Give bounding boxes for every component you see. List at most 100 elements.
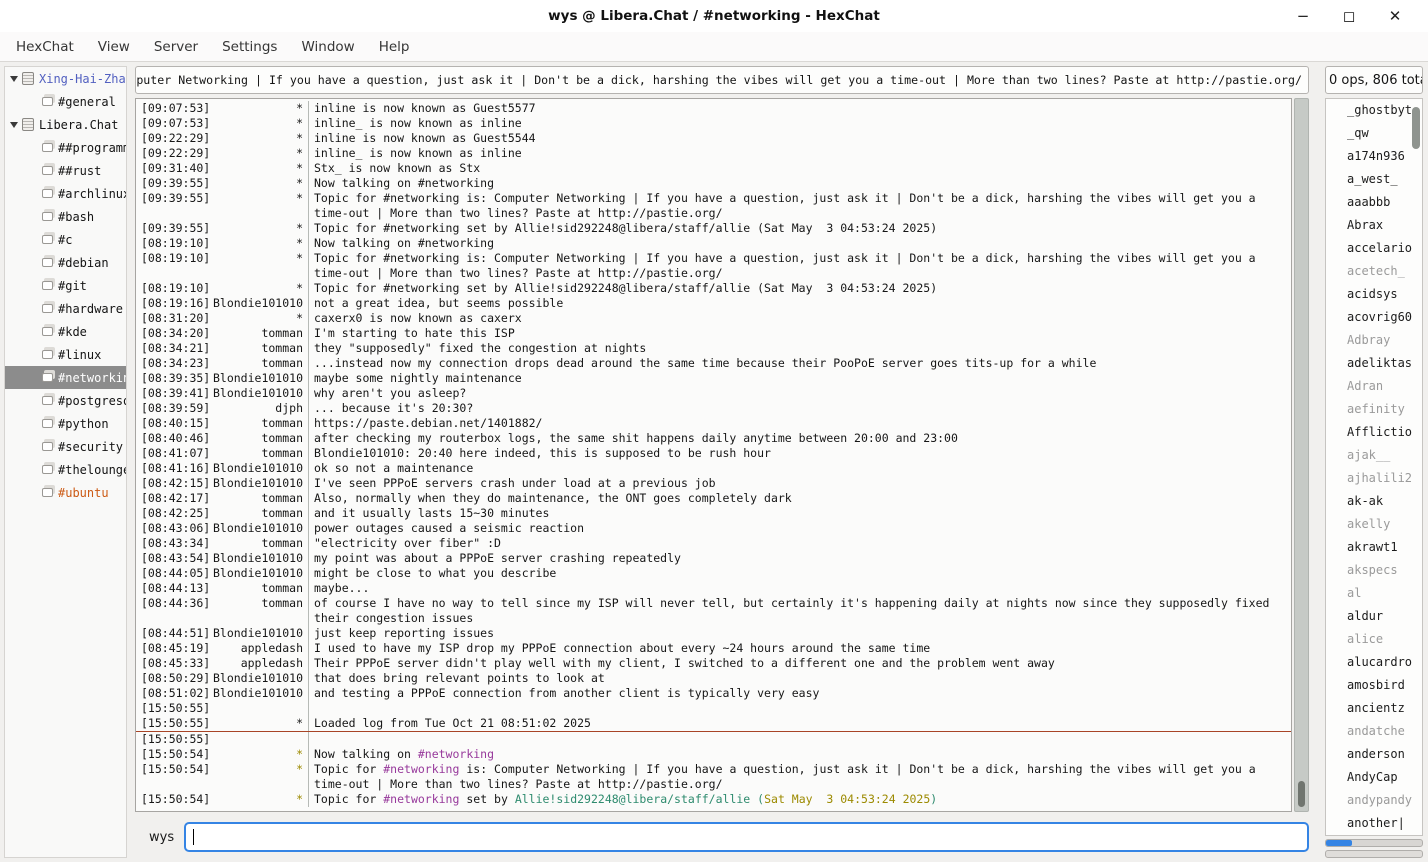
nick bbox=[210, 701, 303, 716]
list-item[interactable]: another| bbox=[1326, 812, 1422, 835]
tree-item--archlinux[interactable]: #archlinux bbox=[5, 182, 126, 205]
list-item[interactable]: ajak__ bbox=[1326, 444, 1422, 467]
timestamp: [08:45:33] bbox=[136, 656, 210, 671]
menu-item-window[interactable]: Window bbox=[289, 34, 366, 60]
tree-item-xing-hai-zhan[interactable]: Xing-Hai-Zhan bbox=[5, 67, 126, 90]
menu-item-server[interactable]: Server bbox=[142, 34, 210, 60]
tree-item--security[interactable]: #security bbox=[5, 435, 126, 458]
close-button[interactable]: ✕ bbox=[1372, 0, 1418, 32]
nick: Blondie101010 bbox=[210, 296, 303, 311]
menu-item-settings[interactable]: Settings bbox=[210, 34, 289, 60]
timestamp: [08:34:23] bbox=[136, 356, 210, 371]
list-item[interactable]: andatche bbox=[1326, 720, 1422, 743]
server-tree[interactable]: Xing-Hai-Zhan#generalLibera.Chat ##progra… bbox=[4, 66, 127, 858]
list-item[interactable]: akrawt1 bbox=[1326, 536, 1422, 559]
tree-item--python[interactable]: #python bbox=[5, 412, 126, 435]
chat-area[interactable]: [09:07:53]*inline is now known as Guest5… bbox=[135, 98, 1292, 812]
tree-item--networking[interactable]: #networking bbox=[5, 366, 126, 389]
tree-item--kde[interactable]: #kde bbox=[5, 320, 126, 343]
list-item[interactable]: ancientz bbox=[1326, 697, 1422, 720]
tree-item--postgresql[interactable]: #postgresql bbox=[5, 389, 126, 412]
chat-row: [08:44:05]Blondie101010might be close to… bbox=[136, 566, 1291, 581]
list-item[interactable]: ajhalili2 bbox=[1326, 467, 1422, 490]
tree-item-label: ##programming bbox=[58, 141, 126, 155]
list-item[interactable]: accelario bbox=[1326, 237, 1422, 260]
message-text: Now talking on #networking bbox=[308, 236, 1291, 251]
message-segment: and it usually lasts 15~30 minutes bbox=[314, 506, 549, 520]
list-item[interactable]: acidsys bbox=[1326, 283, 1422, 306]
list-item[interactable]: anderson bbox=[1326, 743, 1422, 766]
list-item[interactable]: Adran bbox=[1326, 375, 1422, 398]
channel-icon bbox=[42, 419, 53, 428]
list-item[interactable]: alucardro bbox=[1326, 651, 1422, 674]
message-text: Topic for #networking set by Allie!sid29… bbox=[308, 792, 1291, 807]
list-item[interactable]: _qw bbox=[1326, 122, 1422, 145]
chat-row: [08:51:02]Blondie101010and testing a PPP… bbox=[136, 686, 1291, 701]
list-item[interactable]: aaabbb bbox=[1326, 191, 1422, 214]
timestamp: [15:50:55] bbox=[136, 716, 210, 731]
maximize-button[interactable]: ◻ bbox=[1326, 0, 1372, 32]
message-text: why aren't you asleep? bbox=[308, 386, 1291, 401]
list-item[interactable]: alice bbox=[1326, 628, 1422, 651]
user-list[interactable]: _ghostbyt_qwa174n936a_west_aaabbbAbraxac… bbox=[1325, 98, 1423, 836]
menu-item-view[interactable]: View bbox=[86, 34, 142, 60]
server-icon bbox=[22, 118, 34, 131]
timestamp: [08:19:16] bbox=[136, 296, 210, 311]
message-segment: Now talking on #networking bbox=[314, 176, 494, 190]
tree-item--rust[interactable]: ##rust bbox=[5, 159, 126, 182]
tree-item--thelounge[interactable]: #thelounge bbox=[5, 458, 126, 481]
tree-item--ubuntu[interactable]: #ubuntu bbox=[5, 481, 126, 504]
list-item[interactable]: acovrig60 bbox=[1326, 306, 1422, 329]
tree-item--programming[interactable]: ##programming bbox=[5, 136, 126, 159]
topic-text: Computer Networking | If you have a ques… bbox=[135, 73, 1302, 87]
list-item[interactable]: a174n936 bbox=[1326, 145, 1422, 168]
list-item[interactable]: _ghostbyt bbox=[1326, 99, 1422, 122]
pane-splitter[interactable] bbox=[127, 66, 135, 858]
userlist-scrollbar[interactable] bbox=[1412, 107, 1420, 149]
message-segment: Blondie101010: 20:40 here indeed, this i… bbox=[314, 446, 771, 460]
list-item[interactable]: Adbray bbox=[1326, 329, 1422, 352]
list-item[interactable]: akelly bbox=[1326, 513, 1422, 536]
chat-row: [08:34:20]tommanI'm starting to hate thi… bbox=[136, 326, 1291, 341]
message-segment: and testing a PPPoE connection from anot… bbox=[314, 686, 819, 700]
userlist-header: 0 ops, 806 total bbox=[1325, 66, 1423, 94]
tree-item--bash[interactable]: #bash bbox=[5, 205, 126, 228]
topic-input[interactable]: Computer Networking | If you have a ques… bbox=[135, 66, 1309, 94]
list-item[interactable]: akspecs bbox=[1326, 559, 1422, 582]
tree-item--general[interactable]: #general bbox=[5, 90, 126, 113]
tree-item-libera-chat[interactable]: Libera.Chat bbox=[5, 113, 126, 136]
timestamp: [08:44:05] bbox=[136, 566, 210, 581]
list-item[interactable]: Afflictio bbox=[1326, 421, 1422, 444]
tree-item--debian[interactable]: #debian bbox=[5, 251, 126, 274]
nick: Blondie101010 bbox=[210, 551, 303, 566]
list-item[interactable]: Abrax bbox=[1326, 214, 1422, 237]
timestamp: [09:39:55] bbox=[136, 176, 210, 191]
minimize-button[interactable]: − bbox=[1280, 0, 1326, 32]
window-title: wys @ Libera.Chat / #networking - HexCha… bbox=[548, 8, 880, 24]
scrollbar-thumb[interactable] bbox=[1298, 781, 1305, 807]
tree-item-label: ##rust bbox=[58, 164, 101, 178]
list-item[interactable]: al bbox=[1326, 582, 1422, 605]
menu-item-help[interactable]: Help bbox=[367, 34, 422, 60]
tree-item--git[interactable]: #git bbox=[5, 274, 126, 297]
message-input[interactable] bbox=[184, 822, 1309, 852]
channel-icon bbox=[42, 442, 53, 451]
list-item[interactable]: acetech_ bbox=[1326, 260, 1422, 283]
list-item[interactable]: AndyCap bbox=[1326, 766, 1422, 789]
channel-icon bbox=[42, 258, 53, 267]
tree-item--hardware[interactable]: #hardware bbox=[5, 297, 126, 320]
nick: tomman bbox=[210, 536, 303, 551]
chat-row: [08:39:41]Blondie101010why aren't you as… bbox=[136, 386, 1291, 401]
list-item[interactable]: amosbird bbox=[1326, 674, 1422, 697]
menu-item-hexchat[interactable]: HexChat bbox=[4, 34, 86, 60]
list-item[interactable]: andypandy bbox=[1326, 789, 1422, 812]
tree-item--c[interactable]: #c bbox=[5, 228, 126, 251]
pane-splitter-right[interactable] bbox=[1309, 66, 1317, 858]
tree-item--linux[interactable]: #linux bbox=[5, 343, 126, 366]
chat-scrollbar[interactable] bbox=[1294, 98, 1309, 812]
list-item[interactable]: adeliktas bbox=[1326, 352, 1422, 375]
list-item[interactable]: aefinity bbox=[1326, 398, 1422, 421]
list-item[interactable]: aldur bbox=[1326, 605, 1422, 628]
list-item[interactable]: ak-ak bbox=[1326, 490, 1422, 513]
list-item[interactable]: a_west_ bbox=[1326, 168, 1422, 191]
